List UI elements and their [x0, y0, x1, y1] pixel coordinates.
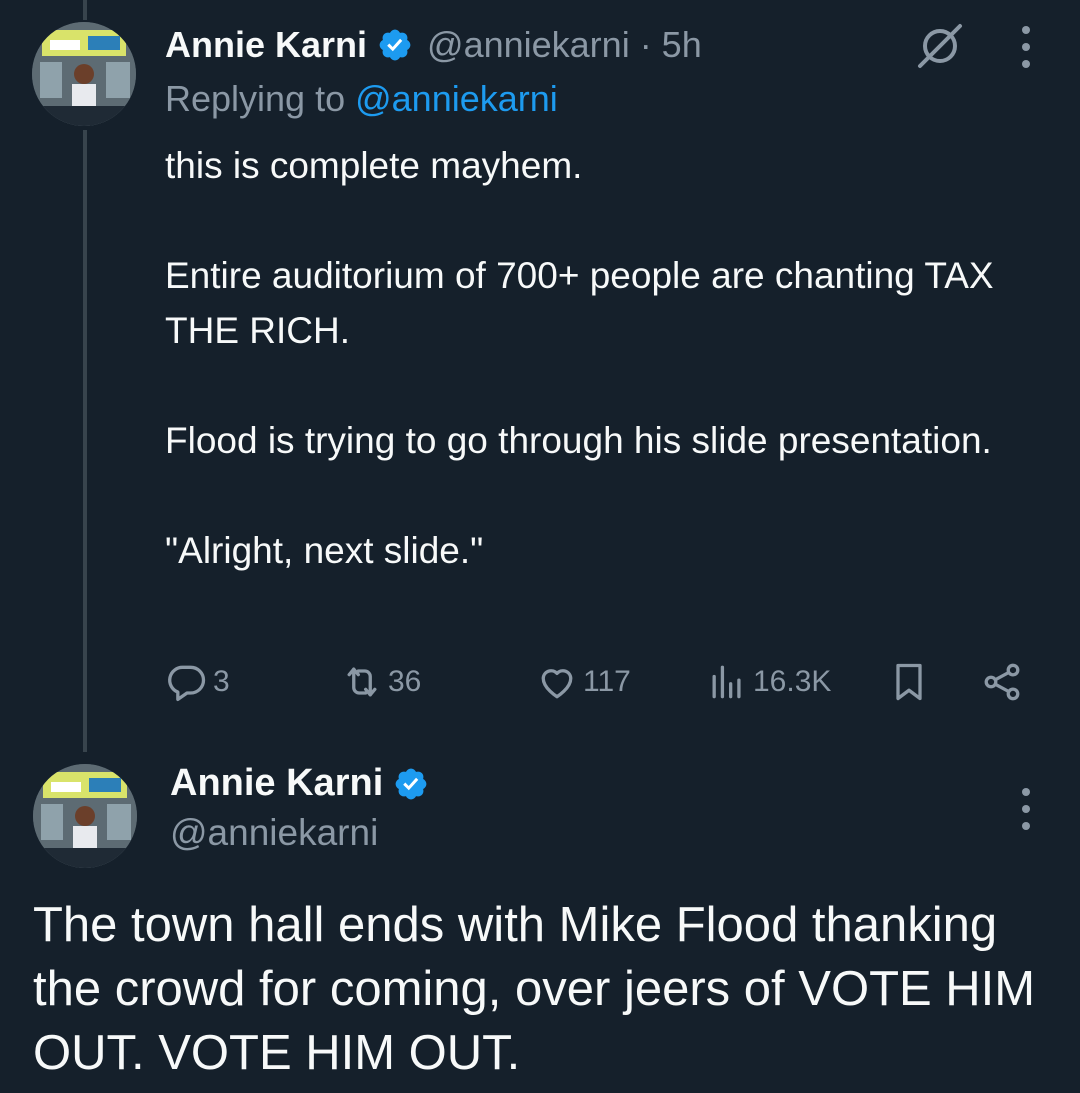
- replying-prefix: Replying to: [165, 78, 356, 119]
- tweet-paragraph: "Alright, next slide.": [165, 530, 484, 571]
- like-icon: [541, 669, 573, 699]
- author-name[interactable]: Annie Karni: [165, 24, 367, 66]
- more-icon[interactable]: [1016, 784, 1036, 834]
- author-name-row: Annie Karni: [170, 762, 429, 805]
- tweet-paragraph: Entire auditorium of 700+ people are cha…: [165, 255, 994, 351]
- share-icon[interactable]: [980, 660, 1024, 704]
- thread-line-top: [83, 0, 87, 20]
- avatar[interactable]: [32, 22, 136, 126]
- action-bar: 3 36 117 16.3K: [165, 652, 1035, 712]
- verified-badge-icon: [395, 768, 427, 799]
- handle-time[interactable]: @anniekarni · 5h: [427, 24, 702, 66]
- tweet-header: Annie Karni @anniekarni · 5h: [165, 20, 702, 70]
- bookmark-icon[interactable]: [887, 660, 931, 704]
- avatar[interactable]: [33, 764, 137, 868]
- views-button[interactable]: 16.3K: [705, 652, 831, 712]
- retweet-icon: [347, 667, 377, 697]
- reply-count: 3: [213, 665, 230, 698]
- like-count: 117: [583, 665, 631, 698]
- replying-to: Replying to @anniekarni: [165, 78, 558, 120]
- retweet-count: 36: [388, 665, 422, 698]
- retweet-button[interactable]: 36: [340, 652, 421, 712]
- thread-line: [83, 130, 87, 752]
- replying-mention[interactable]: @anniekarni: [355, 78, 558, 119]
- reply-button[interactable]: 3: [165, 652, 230, 712]
- tweet-paragraph: Flood is trying to go through his slide …: [165, 420, 992, 461]
- tweet-paragraph: this is complete mayhem.: [165, 145, 583, 186]
- tweet-text: The town hall ends with Mike Flood thank…: [33, 898, 1036, 1080]
- views-icon: [712, 665, 741, 699]
- verified-badge-icon: [379, 29, 411, 61]
- author-handle[interactable]: @anniekarni: [170, 812, 378, 854]
- reply-icon: [168, 665, 206, 702]
- author-name[interactable]: Annie Karni: [170, 762, 383, 805]
- more-icon[interactable]: [1016, 22, 1036, 72]
- like-button[interactable]: 117: [535, 652, 631, 712]
- views-count: 16.3K: [753, 665, 832, 698]
- tweet-text: this is complete mayhem. Entire auditori…: [165, 138, 1065, 578]
- grok-icon[interactable]: [912, 18, 968, 74]
